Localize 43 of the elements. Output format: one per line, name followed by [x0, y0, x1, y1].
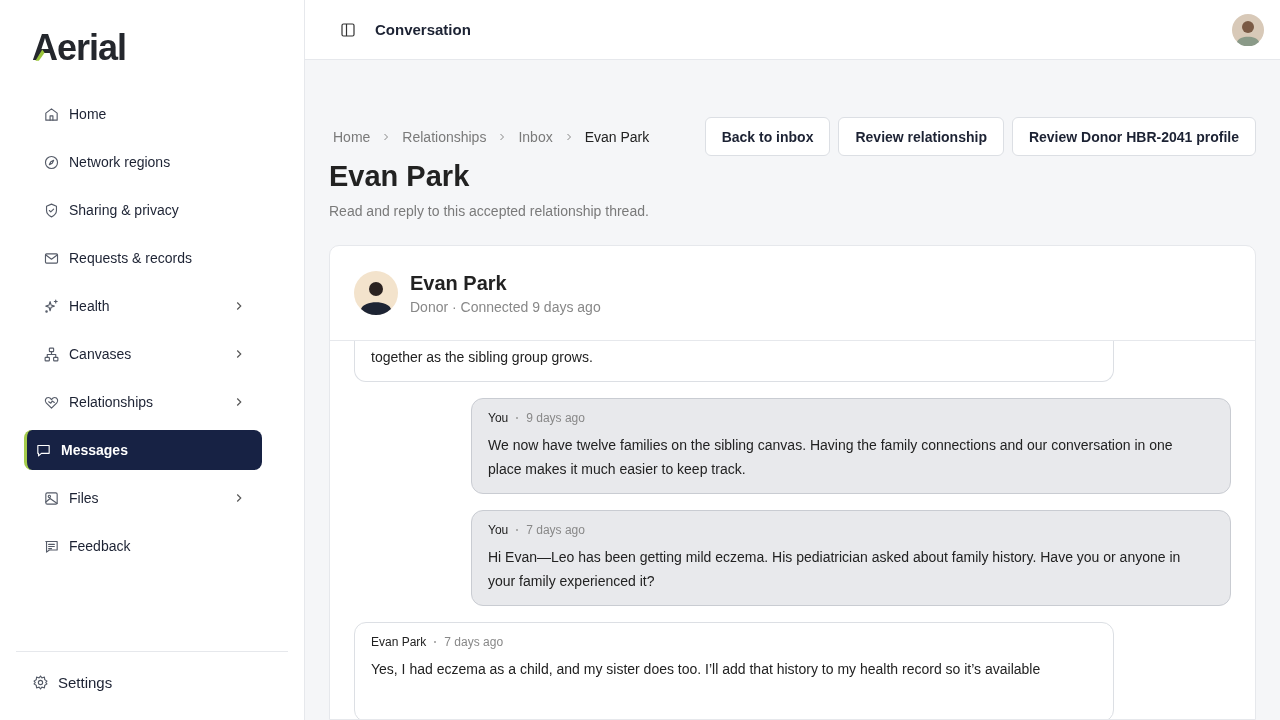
breadcrumb-link[interactable]: Relationships	[402, 128, 487, 145]
message-text: together as the sibling group grows.	[371, 348, 594, 367]
page-subtitle: Read and reply to this accepted relationship thread.	[329, 203, 650, 219]
nav-item[interactable]: Sharing & privacy	[24, 190, 262, 230]
home-icon	[43, 105, 60, 123]
page-header-title: Conversation	[375, 21, 471, 38]
nav-item[interactable]: Home	[24, 94, 262, 134]
message-text: Yes, I had eczema as a child, and my sister does too. I’ll add that history to my health record so it’s available	[371, 660, 1042, 679]
message-time: 9 days ago	[526, 411, 585, 425]
avatar-icon	[354, 271, 398, 315]
action-button[interactable]: Review relationship	[838, 117, 1004, 156]
shield-icon	[43, 201, 60, 219]
settings-icon	[32, 673, 49, 691]
nav-item[interactable]: Feedback	[24, 526, 262, 566]
contact-name: Evan Park	[410, 271, 508, 295]
compass-icon	[43, 153, 60, 171]
image-icon	[43, 489, 60, 507]
contact-meta: Donor · Connected 9 days ago	[410, 298, 601, 315]
settings-link[interactable]: Settings	[16, 662, 254, 702]
nav-item[interactable]: Relationships	[24, 382, 262, 422]
action-button[interactable]: Back to inbox	[704, 117, 831, 156]
nav-item[interactable]: Canvases	[24, 334, 262, 374]
avatar-icon[interactable]	[1232, 13, 1264, 46]
hierarchy-icon	[43, 345, 60, 363]
breadcrumb-link[interactable]: Home	[333, 128, 371, 145]
page-title: Evan Park	[329, 160, 471, 193]
message-sender: Evan Park	[371, 635, 427, 649]
action-button[interactable]: Review Donor HBR-2041 profile	[1011, 117, 1256, 156]
nav-item[interactable]: Messages	[24, 430, 262, 470]
message-text: We now have twelve families on the sibling canvas. Having the family connections and our conversation in one place makes it much easier to keep track.	[488, 436, 1174, 479]
message-text: Hi Evan—Leo has been getting mild eczema. His pediatrician asked about family history. Have you or anyone in your family experienced it?	[488, 548, 1182, 591]
sparkle-icon	[43, 297, 60, 315]
logo: Aerial	[32, 28, 128, 68]
nav-item[interactable]: Network regions	[24, 142, 262, 182]
nav-item[interactable]: Requests & records	[24, 238, 262, 278]
message-time: 7 days ago	[444, 635, 504, 649]
nav-item[interactable]: Health	[24, 286, 262, 326]
breadcrumb-link[interactable]: Inbox	[518, 128, 553, 145]
message-sender: You	[488, 523, 509, 537]
message-sender: You	[488, 411, 509, 425]
nav-item[interactable]: Files	[24, 478, 262, 518]
message-time: 7 days ago	[526, 523, 585, 537]
breadcrumb-link[interactable]: Evan Park	[584, 128, 650, 145]
